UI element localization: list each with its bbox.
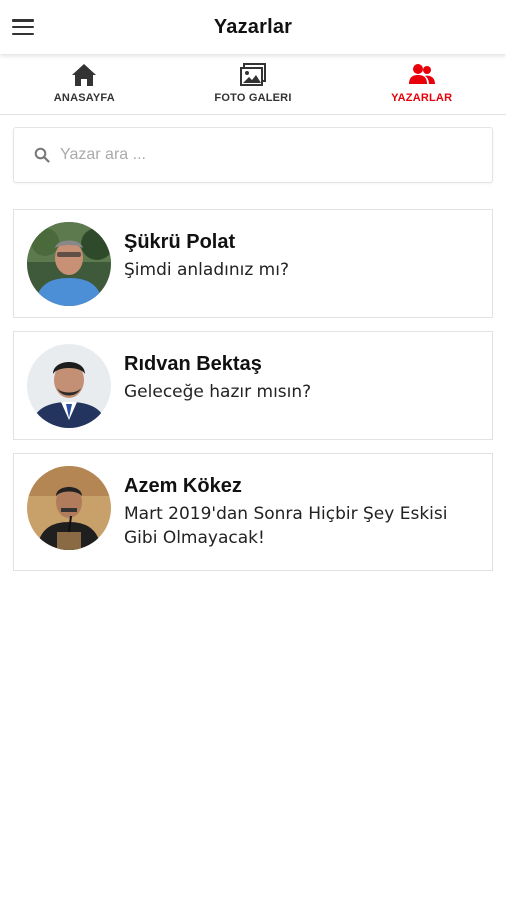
avatar: [27, 466, 111, 550]
gallery-icon: [240, 63, 266, 86]
author-name: Şükrü Polat: [124, 231, 236, 253]
search-input[interactable]: [58, 145, 492, 165]
search-icon: [34, 147, 50, 163]
author-card[interactable]: Şükrü Polat Şimdi anladınız mı?: [13, 209, 493, 318]
users-icon: [408, 64, 435, 84]
avatar: [27, 222, 111, 306]
tab-anasayfa[interactable]: ANASAYFA: [0, 56, 169, 114]
tab-label: FOTO GALERI: [214, 92, 292, 104]
app-header: Yazarlar: [0, 0, 506, 54]
page-title: Yazarlar: [213, 15, 293, 38]
article-title: Mart 2019'dan Sonra Hiçbir Şey Eskisi Gi…: [124, 504, 448, 548]
author-name: Rıdvan Bektaş: [124, 353, 262, 375]
home-icon: [72, 64, 97, 86]
search-box: [13, 127, 493, 183]
tab-yazarlar[interactable]: YAZARLAR: [337, 56, 506, 114]
author-card[interactable]: Rıdvan Bektaş Geleceğe hazır mısın?: [13, 331, 493, 440]
author-card[interactable]: Azem Kökez Mart 2019'dan Sonra Hiçbir Şe…: [13, 453, 493, 571]
article-title: Geleceğe hazır mısın?: [124, 382, 312, 402]
article-title: Şimdi anladınız mı?: [124, 260, 289, 280]
tab-label: ANASAYFA: [53, 92, 115, 104]
author-name: Azem Kökez: [124, 475, 242, 497]
avatar: [27, 344, 111, 428]
hamburger-menu-icon[interactable]: [12, 17, 34, 37]
tab-label: YAZARLAR: [391, 92, 453, 104]
tab-foto-galeri[interactable]: FOTO GALERI: [169, 56, 338, 114]
tab-bar: ANASAYFA FOTO GALERI YAZARLAR: [0, 56, 506, 115]
